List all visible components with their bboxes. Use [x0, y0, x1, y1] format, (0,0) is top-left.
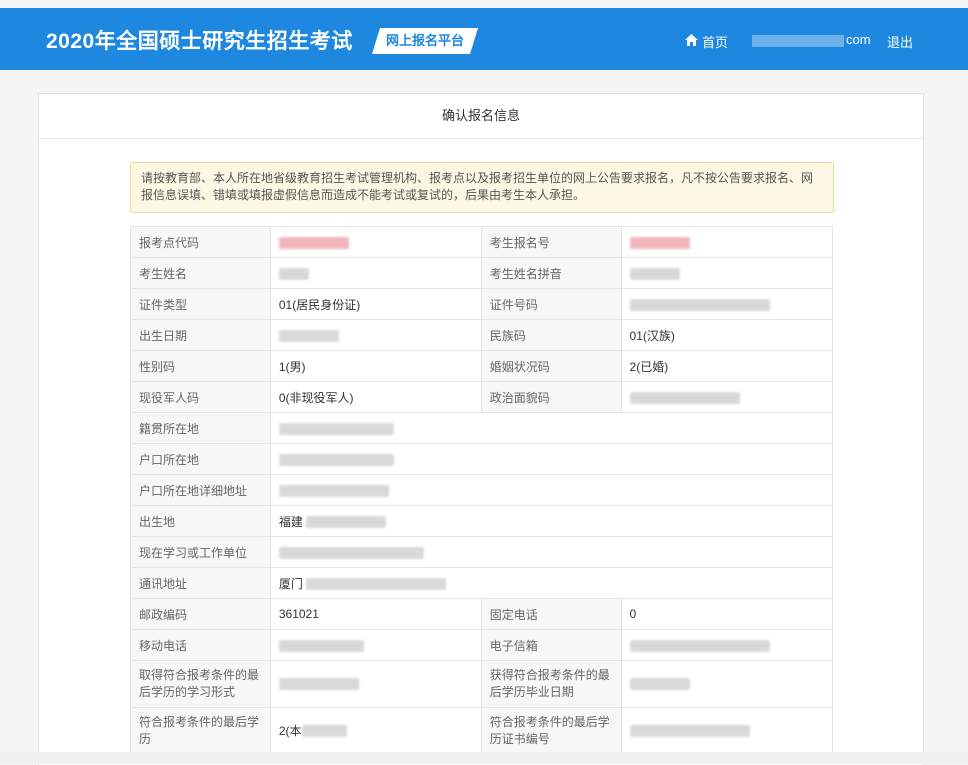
field-value [269, 226, 482, 258]
field-label: 证件号码 [480, 288, 622, 320]
table-row: 户口所在地详细地址 [130, 474, 834, 506]
birthplace-text: 福建 [278, 514, 303, 529]
warning-notice: 请按教育部、本人所在地省级教育招生考试管理机构、报考点以及报考招生单位的网上公告… [130, 162, 834, 213]
field-value [620, 707, 834, 755]
user-account-link[interactable]: com [752, 32, 871, 47]
field-value [269, 412, 834, 444]
table-row: 邮政编码 361021 固定电话 0 [130, 598, 834, 630]
field-label: 户口所在地详细地址 [130, 474, 271, 506]
field-value [620, 226, 834, 258]
field-value: 0 [620, 598, 834, 630]
field-label: 取得符合报考条件的最后学历的学习形式 [130, 660, 271, 708]
field-value [269, 474, 834, 506]
education-text: 2(本 [278, 723, 302, 738]
table-row: 移动电话 电子信箱 [130, 629, 834, 661]
field-label: 考生姓名拼音 [480, 257, 622, 289]
field-value: 厦门 [269, 567, 834, 599]
field-label: 获得符合报考条件的最后学历毕业日期 [480, 660, 622, 708]
home-label: 首页 [702, 35, 729, 50]
field-value [269, 319, 482, 351]
field-label: 婚姻状况码 [480, 350, 622, 382]
field-value: 01(汉族) [620, 319, 834, 351]
field-label: 证件类型 [130, 288, 271, 320]
field-label: 邮政编码 [130, 598, 271, 630]
field-label: 民族码 [480, 319, 622, 351]
table-row: 籍贯所在地 [130, 412, 834, 444]
field-value [269, 443, 834, 475]
field-label: 考生报名号 [480, 226, 622, 258]
field-value: 2(本 [269, 707, 482, 755]
field-label: 出生地 [130, 505, 271, 537]
field-label: 电子信箱 [480, 629, 622, 661]
confirm-card: 确认报名信息 请按教育部、本人所在地省级教育招生考试管理机构、报考点以及报考招生… [38, 93, 924, 765]
field-label: 固定电话 [480, 598, 622, 630]
field-label: 移动电话 [130, 629, 271, 661]
field-value: 2(已婚) [620, 350, 834, 382]
field-value [269, 629, 482, 661]
table-row: 符合报考条件的最后学历 2(本 符合报考条件的最后学历证书编号 [130, 707, 834, 755]
field-value [620, 629, 834, 661]
field-value [269, 536, 834, 568]
site-title: 2020年全国硕士研究生招生考试 [46, 30, 353, 53]
field-label: 政治面貌码 [480, 381, 622, 413]
table-row: 证件类型 01(居民身份证) 证件号码 [130, 288, 834, 320]
field-value [269, 660, 482, 708]
field-value [620, 381, 834, 413]
logout-link[interactable]: 退出 [887, 32, 913, 51]
platform-badge: 网上报名平台 [372, 28, 478, 54]
field-value: 0(非现役军人) [269, 381, 482, 413]
home-link[interactable]: 首页 [685, 32, 728, 51]
field-label: 现役军人码 [130, 381, 271, 413]
field-value: 361021 [269, 598, 482, 630]
browser-strip [0, 0, 968, 8]
table-row: 出生地 福建 [130, 505, 834, 537]
field-label: 出生日期 [130, 319, 271, 351]
table-row: 报考点代码 考生报名号 [130, 226, 834, 258]
table-row: 取得符合报考条件的最后学历的学习形式 获得符合报考条件的最后学历毕业日期 [130, 660, 834, 708]
field-value [269, 257, 482, 289]
field-label: 籍贯所在地 [130, 412, 271, 444]
table-row: 出生日期 民族码 01(汉族) [130, 319, 834, 351]
home-icon [685, 34, 698, 49]
field-label: 符合报考条件的最后学历证书编号 [480, 707, 622, 755]
field-value: 1(男) [269, 350, 482, 382]
table-row: 考生姓名 考生姓名拼音 [130, 257, 834, 289]
field-label: 考生姓名 [130, 257, 271, 289]
address-text: 厦门 [278, 576, 303, 591]
field-label: 符合报考条件的最后学历 [130, 707, 271, 755]
table-row: 户口所在地 [130, 443, 834, 475]
bottom-scroll-strip [0, 752, 968, 764]
field-value [620, 660, 834, 708]
field-value [620, 288, 834, 320]
field-value [620, 257, 834, 289]
user-email-suffix: com [846, 32, 871, 47]
field-label: 报考点代码 [130, 226, 271, 258]
table-row: 通讯地址 厦门 [130, 567, 834, 599]
site-header: 2020年全国硕士研究生招生考试 网上报名平台 首页 com 退出 [0, 8, 968, 70]
user-email-redacted [752, 34, 844, 47]
field-value: 福建 [269, 505, 834, 537]
field-label: 通讯地址 [130, 567, 271, 599]
registration-info-table: 报考点代码 考生报名号 考生姓名 考生姓名拼音 证件类型 01(居民身份证) 证… [130, 226, 834, 755]
field-label: 户口所在地 [130, 443, 271, 475]
table-row: 性别码 1(男) 婚姻状况码 2(已婚) [130, 350, 834, 382]
table-row: 现在学习或工作单位 [130, 536, 834, 568]
field-label: 现在学习或工作单位 [130, 536, 271, 568]
field-value: 01(居民身份证) [269, 288, 482, 320]
field-label: 性别码 [130, 350, 271, 382]
table-row: 现役军人码 0(非现役军人) 政治面貌码 [130, 381, 834, 413]
card-title: 确认报名信息 [39, 94, 923, 139]
